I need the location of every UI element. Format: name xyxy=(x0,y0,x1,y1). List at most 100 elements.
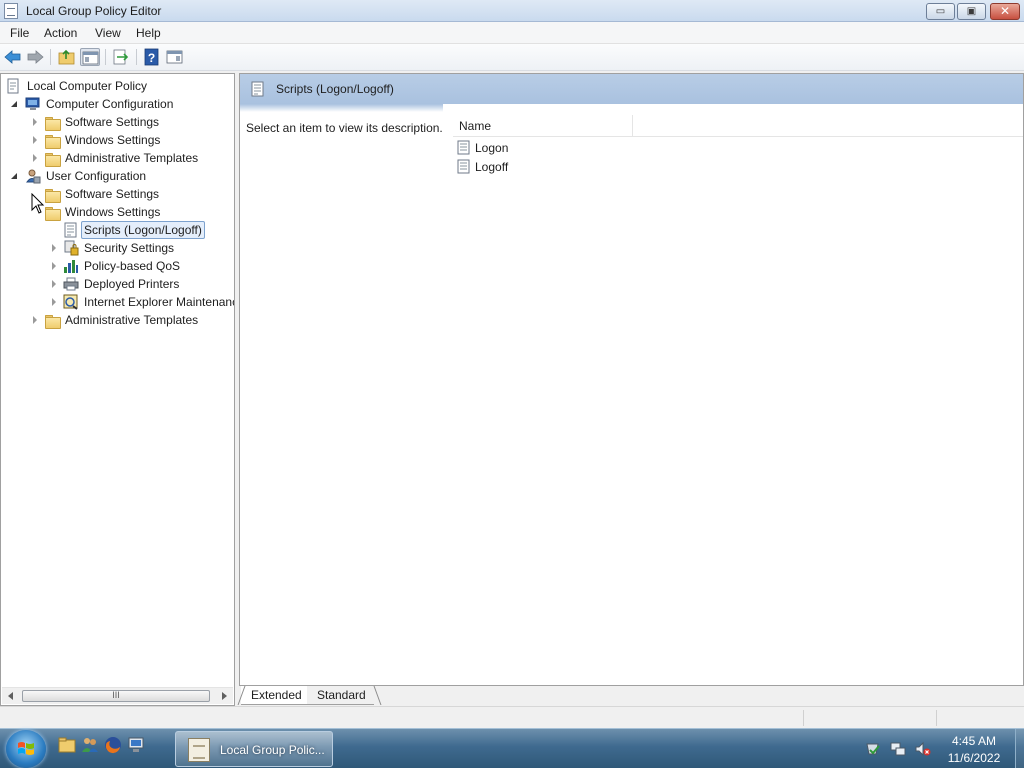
folder-icon xyxy=(44,312,61,329)
tree-label: Administrative Templates xyxy=(65,151,199,165)
list-item-label: Logoff xyxy=(475,160,509,174)
folder-icon xyxy=(44,150,61,167)
show-hide-action-pane-icon[interactable] xyxy=(165,48,185,66)
network-icon[interactable] xyxy=(890,741,906,757)
folder-icon xyxy=(44,114,61,131)
folder-icon xyxy=(44,132,61,149)
action-center-icon[interactable] xyxy=(865,741,881,757)
policy-document-icon xyxy=(5,78,21,94)
tree-label: Deployed Printers xyxy=(84,277,180,291)
details-body: Select an item to view its description. … xyxy=(240,104,1023,685)
menu-action[interactable]: Action xyxy=(44,26,77,40)
tree-label: Windows Settings xyxy=(65,205,161,219)
description-band xyxy=(240,104,443,112)
collapsed-arrow-icon[interactable] xyxy=(50,297,58,306)
qos-chart-icon xyxy=(63,258,79,274)
menu-bar: File Action View Help xyxy=(0,22,1024,44)
scroll-right-arrow-icon[interactable] xyxy=(222,692,227,700)
collapsed-arrow-icon[interactable] xyxy=(50,279,58,288)
up-folder-icon[interactable] xyxy=(57,48,77,66)
tree-label: User Configuration xyxy=(46,169,147,183)
scripts-icon xyxy=(63,222,79,238)
minimize-button[interactable]: ▭ xyxy=(926,3,955,20)
tree-label: Scripts (Logon/Logoff) xyxy=(81,221,205,239)
tab-standard[interactable]: Standard xyxy=(307,686,382,705)
printer-icon xyxy=(63,276,79,292)
taskbar-app-group-policy-editor[interactable]: Local Group Polic... xyxy=(175,731,333,767)
tree-label: Software Settings xyxy=(65,187,160,201)
group-policy-app-icon xyxy=(188,738,210,762)
maximize-button[interactable]: ▣ xyxy=(957,3,986,20)
tree-label: Computer Configuration xyxy=(46,97,174,111)
status-bar xyxy=(0,706,1024,728)
users-quicklaunch-icon[interactable] xyxy=(81,736,99,754)
group-policy-app-icon xyxy=(4,3,18,19)
close-button[interactable]: ✕ xyxy=(990,3,1020,20)
export-list-icon[interactable] xyxy=(111,48,131,66)
toolbar: ? xyxy=(0,44,1024,71)
details-pane: Scripts (Logon/Logoff) Select an item to… xyxy=(239,73,1024,686)
taskbar: Local Group Polic... 4:45 AM 11/6/2022 xyxy=(0,728,1024,768)
tab-label: Standard xyxy=(317,688,366,702)
clock-time[interactable]: 4:45 AM xyxy=(936,734,1012,748)
collapsed-arrow-icon[interactable] xyxy=(50,261,58,270)
forward-arrow-icon[interactable] xyxy=(25,48,45,66)
scripts-icon xyxy=(250,81,266,97)
menu-help[interactable]: Help xyxy=(136,26,161,40)
tab-edge xyxy=(237,686,246,705)
tree-label: Windows Settings xyxy=(65,133,161,147)
tree-label: Policy-based QoS xyxy=(84,259,181,273)
tab-edge xyxy=(373,686,382,705)
toolbar-separator xyxy=(136,49,137,65)
computer-icon xyxy=(25,96,41,112)
tree-label: Security Settings xyxy=(84,241,175,255)
collapsed-arrow-icon[interactable] xyxy=(31,153,39,162)
status-divider xyxy=(803,710,804,726)
menu-view[interactable]: View xyxy=(95,26,121,40)
view-tabs: Extended Standard xyxy=(237,686,1024,706)
script-file-icon xyxy=(457,159,471,174)
scroll-left-arrow-icon[interactable] xyxy=(8,692,13,700)
menu-file[interactable]: File xyxy=(10,26,29,40)
tree-label: Software Settings xyxy=(65,115,160,129)
network-quicklaunch-icon[interactable] xyxy=(127,736,145,754)
folder-icon xyxy=(44,204,61,221)
tab-label: Extended xyxy=(251,688,302,702)
mouse-cursor-icon xyxy=(31,193,45,214)
show-hide-tree-icon[interactable] xyxy=(80,48,100,66)
details-header: Scripts (Logon/Logoff) xyxy=(240,74,1023,104)
column-header-name[interactable]: Name xyxy=(453,115,633,137)
start-button[interactable] xyxy=(6,730,46,768)
window-title: Local Group Policy Editor xyxy=(26,4,162,18)
volume-muted-icon[interactable] xyxy=(915,741,931,757)
collapsed-arrow-icon[interactable] xyxy=(50,243,58,252)
user-icon xyxy=(25,168,41,184)
firefox-quicklaunch-icon[interactable] xyxy=(104,736,122,754)
collapsed-arrow-icon[interactable] xyxy=(31,135,39,144)
tree-label: Internet Explorer Maintenance xyxy=(84,295,235,309)
explorer-quicklaunch-icon[interactable] xyxy=(58,736,76,754)
tab-extended[interactable]: Extended xyxy=(237,686,310,705)
windows-logo-icon xyxy=(18,742,34,755)
column-header-label: Name xyxy=(459,119,492,133)
taskbar-app-label: Local Group Polic... xyxy=(220,743,325,757)
title-bar: Local Group Policy Editor ▭ ▣ ✕ xyxy=(0,0,1024,22)
show-desktop-button[interactable] xyxy=(1015,729,1024,768)
console-tree[interactable]: Local Computer Policy Computer Configura… xyxy=(0,73,235,706)
back-arrow-icon[interactable] xyxy=(3,48,23,66)
expanded-arrow-icon[interactable] xyxy=(11,171,19,180)
expanded-arrow-icon[interactable] xyxy=(11,99,19,108)
list-item-label: Logon xyxy=(475,141,509,155)
scrollbar-thumb[interactable]: III xyxy=(22,690,210,702)
collapsed-arrow-icon[interactable] xyxy=(31,315,39,324)
clock-date[interactable]: 11/6/2022 xyxy=(936,751,1012,765)
ie-maintenance-icon xyxy=(63,294,79,310)
help-icon[interactable]: ? xyxy=(142,48,162,66)
collapsed-arrow-icon[interactable] xyxy=(31,117,39,126)
list-header: Name xyxy=(453,115,1023,137)
tree-label: Local Computer Policy xyxy=(27,79,148,93)
toolbar-separator xyxy=(50,49,51,65)
tree-horizontal-scrollbar[interactable]: III xyxy=(2,687,233,704)
svg-text:?: ? xyxy=(148,51,155,65)
description-text: Select an item to view its description. xyxy=(246,121,443,135)
